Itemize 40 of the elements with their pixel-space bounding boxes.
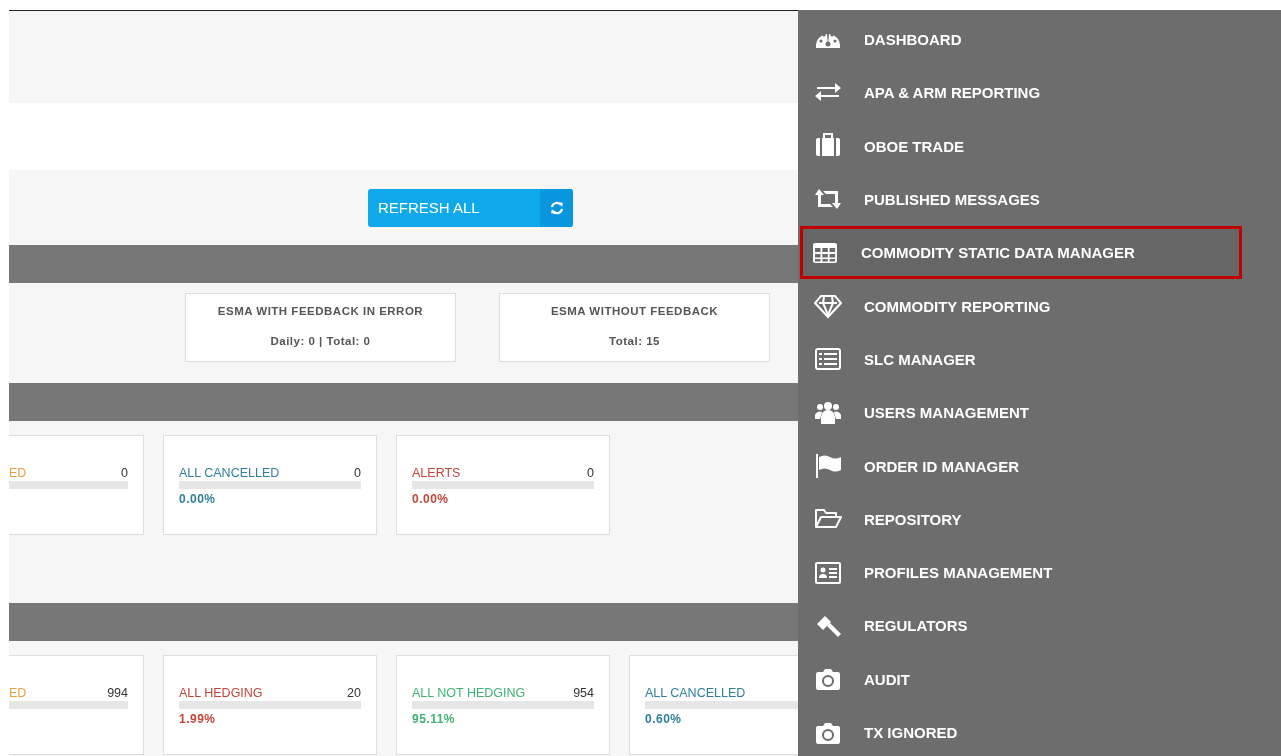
stat-label: ALL CANCELLED	[179, 466, 280, 480]
menu-item[interactable]: COMMODITY REPORTING	[798, 279, 1241, 333]
stat-label: ALL HEDGING	[179, 686, 263, 700]
stat-count: 994	[107, 686, 128, 700]
stat-label: ALL NOT HEDGING	[412, 686, 526, 700]
menu-item[interactable]: REPOSITORY	[798, 492, 1241, 546]
stat-label: ED	[9, 686, 27, 700]
stat-label: ED	[9, 466, 27, 480]
stat-count: 0	[587, 466, 594, 480]
stat-count: 20	[347, 686, 361, 700]
feedback-title: ESMA WITH FEEDBACK IN ERROR	[217, 305, 424, 317]
stat-percent: 1.99%	[179, 712, 217, 726]
menu-item[interactable]: TX IGNORED	[798, 705, 1241, 756]
menu-item[interactable]: PROFILES MANAGEMENT	[798, 545, 1241, 600]
menu-item[interactable]: REGULATORS	[798, 599, 1241, 653]
stat-label: ALL CANCELLED	[645, 686, 746, 700]
menu-item[interactable]: ORDER ID MANAGER	[798, 439, 1241, 493]
stat-count: 0	[121, 466, 128, 480]
menu-item[interactable]: SLC MANAGER	[798, 332, 1241, 387]
diamond-icon	[814, 292, 842, 321]
feedback-value: Total: 15	[609, 335, 660, 347]
stat-count: 954	[573, 686, 594, 700]
menu-item[interactable]: AUDIT	[798, 652, 1241, 706]
menu-item[interactable]: APA & ARM REPORTING	[798, 66, 1241, 120]
menu-item[interactable]: USERS MANAGEMENT	[798, 386, 1241, 440]
feedback-title: ESMA WITHOUT FEEDBACK	[550, 305, 719, 317]
stat-percent: 0.00%	[412, 492, 450, 506]
stat-percent: 95.11%	[412, 712, 457, 726]
stat-percent: 0.60%	[645, 712, 683, 726]
refresh-all-button[interactable]: REFRESH ALL	[368, 188, 573, 227]
menu-item[interactable]: COMMODITY STATIC DATA MANAGER	[800, 226, 1242, 280]
flag-icon	[814, 452, 842, 480]
refresh-icon	[549, 200, 564, 215]
stat-label: ALERTS	[412, 466, 461, 480]
stat-percent: 0.00%	[179, 492, 217, 506]
feedback-value: Daily: 0 | Total: 0	[270, 335, 371, 347]
stat-count: 0	[354, 466, 361, 480]
menu-item[interactable]: PUBLISHED MESSAGES	[798, 172, 1241, 227]
menu-item[interactable]: OBOE TRADE	[798, 119, 1241, 173]
menu-item[interactable]: DASHBOARD	[798, 13, 1241, 67]
